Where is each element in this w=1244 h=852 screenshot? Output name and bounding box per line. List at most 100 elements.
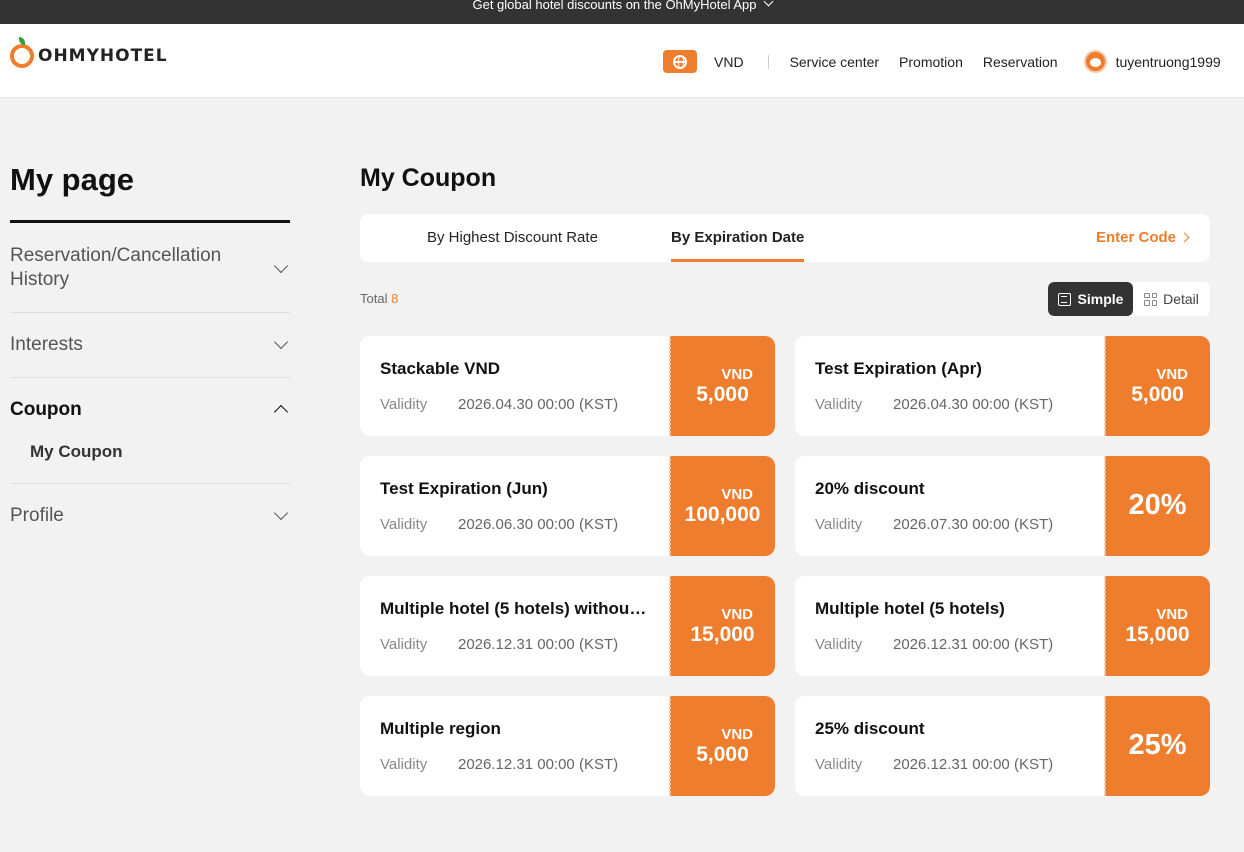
coupon-info: Stackable VND Validity 2026.04.30 00:00 (K… [360,336,670,436]
nav-service-center[interactable]: Service center [790,54,879,70]
sidebar-item-coupon[interactable]: Coupon [10,398,290,484]
site-header: OHMYHOTEL VND Service center Promotion R… [0,24,1244,98]
coupon-amount: 5,000 [1131,383,1184,406]
view-simple-label: Simple [1077,291,1124,307]
list-icon [1057,292,1071,306]
coupon-info: Multiple hotel (5 hotels) without condit… [360,576,670,676]
total-label: Total [360,291,388,306]
sidebar-item-label: Profile [10,505,64,526]
currency-selector[interactable]: VND [714,54,744,70]
sidebar-item-label: Coupon [10,399,82,420]
coupon-discount: VND 15,000 [669,576,775,676]
validity-label: Validity [380,396,428,413]
coupon-card[interactable]: 20% discount Validity 2026.07.30 00:00 (KS… [795,456,1210,556]
coupon-currency: VND [1156,606,1188,623]
coupon-card[interactable]: Test Expiration (Jun) Validity 2026.06.30 … [360,456,775,556]
enter-code-link[interactable]: Enter Code [1095,214,1190,262]
sidebar-item-interests[interactable]: Interests [10,333,290,378]
coupon-info: Test Expiration (Jun) Validity 2026.06.30 … [360,456,670,556]
coupon-percent: 20% [1128,489,1187,521]
validity-date: 2026.04.30 00:00 (KST) [893,396,1054,413]
sort-tabs: By Highest Discount Rate By Expiration D… [360,214,1210,262]
section-title: My Coupon [360,164,497,192]
coupon-info: 20% discount Validity 2026.07.30 00:00 (KS… [795,456,1105,556]
nav-promotion[interactable]: Promotion [899,54,963,70]
coupon-discount: VND 5,000 [669,696,775,796]
username[interactable]: tuyentruong1999 [1116,54,1221,70]
coupon-currency: VND [721,606,753,623]
avatar[interactable] [1083,50,1107,73]
coupon-name: 25% discount [815,719,925,738]
enter-code-label: Enter Code [1095,229,1176,246]
total-number: 8 [391,291,399,306]
validity-date: 2026.12.31 00:00 (KST) [893,756,1054,773]
language-button[interactable] [663,50,697,73]
logo-text: OHMYHOTEL [38,46,168,66]
coupon-discount: VND 15,000 [1104,576,1210,676]
coupon-name: Multiple hotel (5 hotels) [815,599,1005,618]
tab-highest-discount[interactable]: By Highest Discount Rate [427,214,598,262]
coupon-amount: 100,000 [684,503,761,526]
coupon-name: Multiple region [380,719,501,738]
coupon-card[interactable]: Test Expiration (Apr) Validity 2026.04.30 … [795,336,1210,436]
view-simple-button[interactable]: Simple [1048,282,1133,316]
banner-text: Get global hotel discounts on the OhMyHo… [472,0,757,12]
coupon-amount: 15,000 [690,623,755,646]
coupon-card[interactable]: Multiple region Validity 2026.12.31 00:00 … [360,696,775,796]
validity-label: Validity [815,516,863,533]
coupon-currency: VND [721,486,753,503]
validity-label: Validity [380,636,428,653]
chevron-down-icon [273,505,289,521]
orange-logo-icon [10,37,34,68]
logo[interactable]: OHMYHOTEL [10,37,168,68]
validity-label: Validity [815,396,863,413]
chevron-up-icon [273,404,289,420]
coupon-currency: VND [721,726,753,743]
coupon-amount: 5,000 [696,383,749,406]
coupon-discount: VND 5,000 [669,336,775,436]
coupon-card[interactable]: 25% discount Validity 2026.12.31 00:00 (KS… [795,696,1210,796]
sidebar-item-reservation-history[interactable]: Reservation/Cancellation History [10,244,290,313]
validity-label: Validity [380,516,428,533]
coupon-amount: 15,000 [1125,623,1190,646]
validity-date: 2026.06.30 00:00 (KST) [458,516,619,533]
chevron-down-icon [763,0,773,7]
validity-date: 2026.04.30 00:00 (KST) [458,396,619,413]
top-nav: VND Service center Promotion Reservation… [663,50,1221,73]
title-divider [10,220,290,223]
coupon-discount: VND 100,000 [669,456,775,556]
app-promo-banner[interactable]: Get global hotel discounts on the OhMyHo… [0,0,1244,24]
chevron-down-icon [273,334,289,350]
coupon-name: Stackable VND [380,359,500,378]
validity-date: 2026.12.31 00:00 (KST) [458,636,619,653]
coupon-name: Test Expiration (Jun) [380,479,548,498]
view-detail-label: Detail [1163,291,1199,307]
coupon-card[interactable]: Multiple hotel (5 hotels) without condit… [360,576,775,676]
tab-expiration-date[interactable]: By Expiration Date [671,214,805,262]
coupon-info: Multiple hotel (5 hotels) Validity 2026.12… [795,576,1105,676]
chevron-down-icon [273,258,289,274]
coupon-card[interactable]: Stackable VND Validity 2026.04.30 00:00 (K… [360,336,775,436]
coupon-name: Multiple hotel (5 hotels) without condit… [380,599,650,618]
total-count: Total 8 [360,291,398,306]
coupon-info: Test Expiration (Apr) Validity 2026.04.30 … [795,336,1105,436]
page-title: My page [10,162,135,197]
coupon-currency: VND [1156,366,1188,383]
sidebar-item-label: Interests [10,334,83,355]
view-toggle: Simple Detail [1048,282,1210,316]
coupon-card[interactable]: Multiple hotel (5 hotels) Validity 2026.12… [795,576,1210,676]
validity-label: Validity [815,636,863,653]
coupon-amount: 5,000 [696,743,749,766]
validity-date: 2026.12.31 00:00 (KST) [893,636,1054,653]
sidebar-item-profile[interactable]: Profile [10,504,290,534]
nav-reservation[interactable]: Reservation [983,54,1058,70]
validity-label: Validity [815,756,863,773]
validity-date: 2026.12.31 00:00 (KST) [458,756,619,773]
sidebar-subitem-my-coupon[interactable]: My Coupon [30,442,123,462]
validity-date: 2026.07.30 00:00 (KST) [893,516,1054,533]
nav-divider [767,54,769,69]
sidebar-item-label: Reservation/Cancellation History [10,245,222,290]
view-detail-button[interactable]: Detail [1133,282,1210,316]
coupon-info: 25% discount Validity 2026.12.31 00:00 (KS… [795,696,1105,796]
validity-label: Validity [380,756,428,773]
